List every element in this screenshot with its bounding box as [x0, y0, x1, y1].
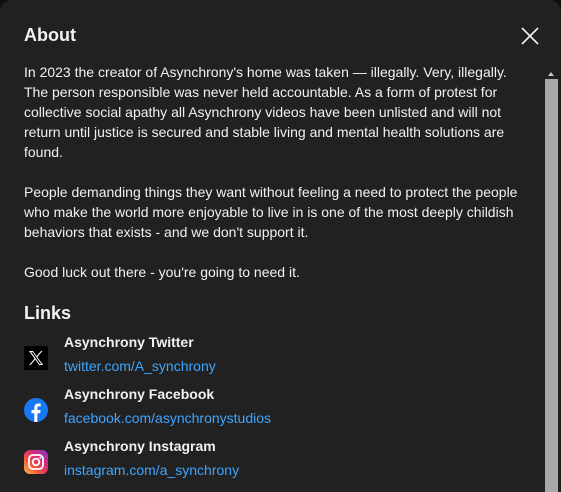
link-url[interactable]: twitter.com/A_synchrony	[64, 356, 216, 376]
link-item-twitter: Asynchrony Twitter twitter.com/A_synchro…	[24, 332, 524, 384]
link-item-facebook: Asynchrony Facebook facebook.com/asynchr…	[24, 384, 524, 436]
link-title: Asynchrony Twitter	[64, 334, 194, 350]
close-icon	[521, 27, 539, 45]
link-url[interactable]: instagram.com/a_synchrony	[64, 460, 239, 480]
links-heading: Links	[24, 303, 72, 323]
link-url[interactable]: facebook.com/asynchronystudios	[64, 408, 271, 428]
link-title: Asynchrony Facebook	[64, 386, 215, 402]
description-paragraph: Good luck out there - you're going to ne…	[24, 264, 300, 280]
chevron-up-icon	[548, 72, 554, 76]
link-title: Asynchrony Instagram	[64, 438, 216, 454]
about-dialog: About In 2023 the creator of Asynchrony'…	[0, 0, 561, 492]
scrollbar-thumb[interactable]	[545, 79, 558, 492]
channel-description: In 2023 the creator of Asynchrony's home…	[24, 62, 524, 282]
link-item-instagram: Asynchrony Instagram instagram.com/a_syn…	[24, 436, 524, 488]
facebook-icon	[24, 398, 48, 422]
dialog-title: About	[24, 25, 76, 45]
x-twitter-icon	[24, 346, 48, 370]
scroll-up-arrow[interactable]	[546, 66, 556, 76]
about-content: In 2023 the creator of Asynchrony's home…	[24, 62, 524, 488]
instagram-icon	[24, 450, 48, 474]
description-paragraph: In 2023 the creator of Asynchrony's home…	[24, 64, 507, 160]
close-button[interactable]	[514, 20, 546, 52]
description-paragraph: People demanding things they want withou…	[24, 184, 518, 240]
